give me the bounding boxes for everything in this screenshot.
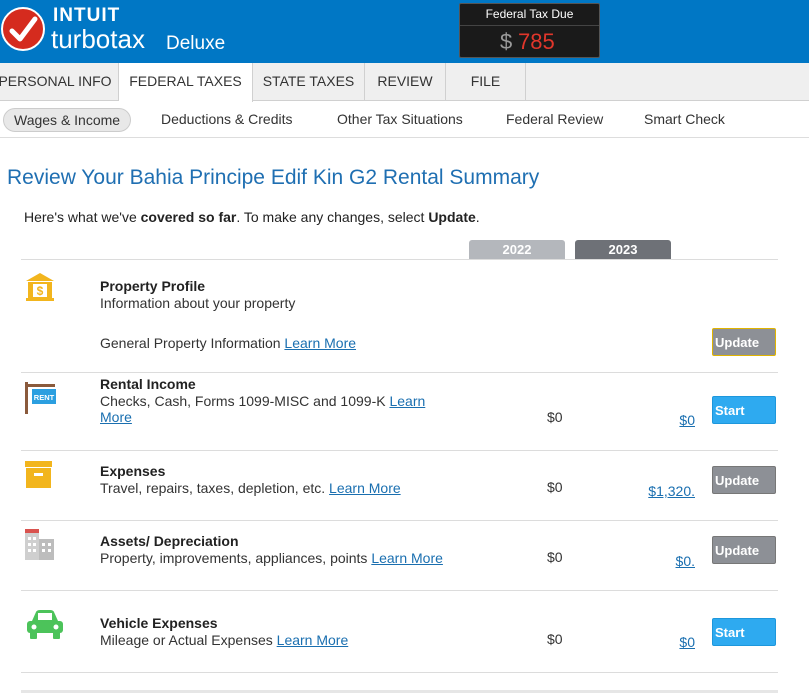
start-vehicle-expenses-button[interactable]: Start <box>712 618 776 646</box>
bottom-rule <box>21 690 778 693</box>
tab-federal-taxes[interactable]: FEDERAL TAXES <box>119 63 253 102</box>
rental-income-desc-text: Checks, Cash, Forms 1099-MISC and 1099-K <box>100 393 386 409</box>
expenses-title: Expenses <box>100 463 166 479</box>
car-icon <box>26 609 64 646</box>
learn-more-link[interactable]: Learn More <box>329 480 401 496</box>
vehicle-expenses-desc: Mileage or Actual Expenses Learn More <box>100 632 348 648</box>
rent-icon-text: RENT <box>34 393 55 402</box>
vehicle-desc-text: Mileage or Actual Expenses <box>100 632 273 648</box>
rental-income-2023-value[interactable]: $0 <box>615 412 695 428</box>
assets-2023-value[interactable]: $0. <box>615 553 695 569</box>
app-header: INTUIT turbotax Deluxe Federal Tax Due $… <box>0 0 809 63</box>
row-divider <box>21 520 778 521</box>
year-header-2022: 2022 <box>469 240 565 259</box>
expenses-desc-text: Travel, repairs, taxes, depletion, etc. <box>100 480 326 496</box>
storage-box-icon <box>25 461 53 494</box>
year-header-2023: 2023 <box>575 240 671 259</box>
table-top-rule <box>21 259 778 260</box>
assets-2022-value: $0 <box>547 549 563 565</box>
tax-due-label: Federal Tax Due <box>485 7 574 21</box>
row-divider <box>21 672 778 673</box>
rental-income-desc-line2: More <box>100 409 132 425</box>
page-title: Review Your Bahia Principe Edif Kin G2 R… <box>7 166 540 189</box>
tax-due-divider <box>460 25 599 26</box>
subnav-other-tax-situations[interactable]: Other Tax Situations <box>337 111 463 127</box>
turbotax-check-logo-icon <box>1 7 45 51</box>
brand-edition: Deluxe <box>166 33 226 54</box>
tax-due-amount: 785 <box>518 29 555 54</box>
intro-part2: . To make any changes, select <box>236 209 429 225</box>
start-rental-income-button[interactable]: Start <box>712 396 776 424</box>
bank-building-icon: $ <box>24 272 56 307</box>
buildings-icon <box>24 529 56 566</box>
tab-personal-info[interactable]: PERSONAL INFO <box>0 63 119 101</box>
rental-income-desc: Checks, Cash, Forms 1099-MISC and 1099-K… <box>100 393 425 409</box>
vehicle-2022-value: $0 <box>547 631 563 647</box>
brand-product: turbotax <box>51 24 145 54</box>
rent-sign-icon: RENT <box>23 381 57 420</box>
learn-more-link[interactable]: Learn More <box>371 550 443 566</box>
property-profile-title: Property Profile <box>100 278 206 294</box>
expenses-2022-value: $0 <box>547 479 563 495</box>
general-property-label: General Property Information <box>100 335 281 351</box>
sub-navigation: Wages & Income Deductions & Credits Othe… <box>0 101 809 138</box>
update-assets-button[interactable]: Update <box>712 536 776 564</box>
vehicle-2023-value[interactable]: $0 <box>615 634 695 650</box>
general-property-info: General Property Information Learn More <box>100 335 356 351</box>
subnav-federal-review[interactable]: Federal Review <box>506 111 603 127</box>
subnav-wages-income[interactable]: Wages & Income <box>3 108 132 132</box>
expenses-2023-value[interactable]: $1,320. <box>615 483 695 499</box>
rental-income-title: Rental Income <box>100 376 196 392</box>
tax-due-currency: $ <box>500 29 513 54</box>
tab-file[interactable]: FILE <box>446 63 526 101</box>
learn-more-link[interactable]: Learn <box>389 393 425 409</box>
update-property-profile-button[interactable]: Update <box>712 328 776 356</box>
assets-depreciation-title: Assets/ Depreciation <box>100 533 239 549</box>
main-tabs: PERSONAL INFO FEDERAL TAXES STATE TAXES … <box>0 63 809 102</box>
assets-desc-text: Property, improvements, appliances, poin… <box>100 550 368 566</box>
federal-tax-due-box[interactable]: Federal Tax Due $ 785 <box>459 3 600 58</box>
assets-depreciation-desc: Property, improvements, appliances, poin… <box>100 550 443 566</box>
learn-more-link[interactable]: Learn More <box>284 335 356 351</box>
rental-income-2022-value: $0 <box>547 409 563 425</box>
intro-part1: Here's what we've <box>24 209 141 225</box>
subnav-smart-check[interactable]: Smart Check <box>644 111 725 127</box>
learn-more-link-cont[interactable]: More <box>100 409 132 425</box>
row-divider <box>21 372 778 373</box>
row-divider <box>21 450 778 451</box>
row-divider <box>21 590 778 591</box>
learn-more-link[interactable]: Learn More <box>277 632 349 648</box>
update-expenses-button[interactable]: Update <box>712 466 776 494</box>
expenses-desc: Travel, repairs, taxes, depletion, etc. … <box>100 480 401 496</box>
tab-review[interactable]: REVIEW <box>365 63 446 101</box>
tab-state-taxes[interactable]: STATE TAXES <box>253 63 365 101</box>
intro-part3: . <box>475 209 480 225</box>
subnav-deductions-credits[interactable]: Deductions & Credits <box>161 111 293 127</box>
svg-text:$: $ <box>37 284 44 298</box>
property-profile-desc: Information about your property <box>100 295 296 311</box>
vehicle-expenses-title: Vehicle Expenses <box>100 615 218 631</box>
intro-text: Here's what we've covered so far. To mak… <box>24 209 480 225</box>
intro-bold1: covered so far <box>140 209 237 225</box>
intro-bold2: Update <box>428 209 476 225</box>
